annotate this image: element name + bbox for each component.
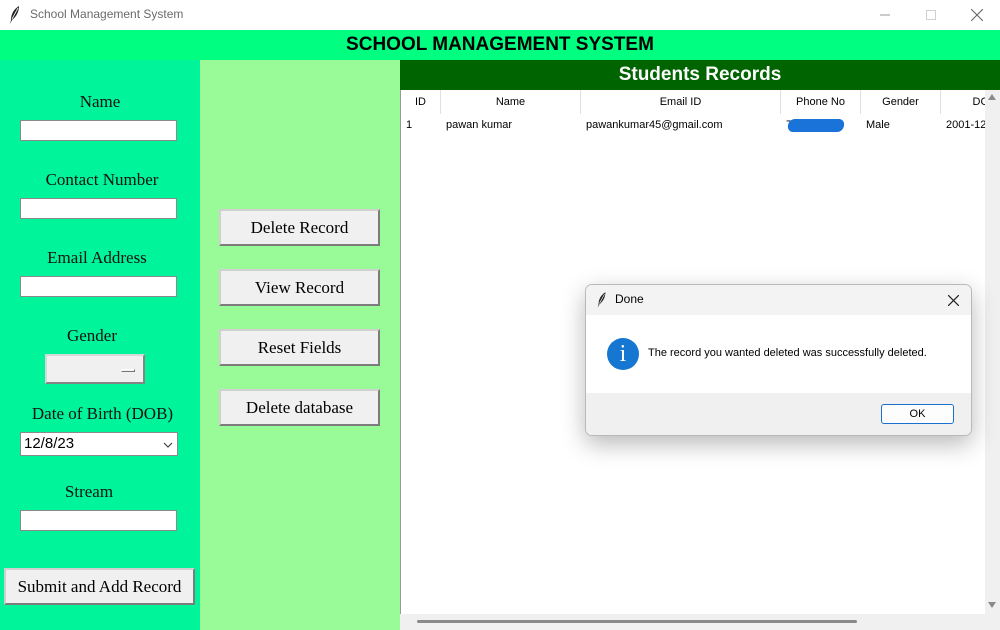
email-address-input[interactable] [20, 276, 177, 297]
gender-label: Gender [66, 326, 118, 345]
info-icon: i [607, 338, 639, 370]
contact-number-input[interactable] [20, 198, 177, 219]
done-dialog: Done i The record you wanted deleted was… [585, 284, 972, 436]
cell-gender: Male [866, 119, 890, 131]
dialog-body: i The record you wanted deleted was succ… [586, 315, 971, 393]
student-form-panel: Name Contact Number Email Address Gender… [0, 60, 200, 630]
stream-input[interactable] [20, 510, 177, 531]
phone-redaction-mark [787, 119, 845, 132]
column-header-gender[interactable]: Gender [861, 90, 941, 114]
horizontal-scroll-thumb[interactable] [417, 620, 857, 623]
close-icon [947, 294, 959, 306]
column-header-dob[interactable]: DC [941, 90, 986, 114]
close-icon [971, 9, 983, 21]
tk-feather-icon [10, 6, 19, 24]
gender-option-menu[interactable] [45, 354, 145, 384]
delete-database-button[interactable]: Delete database [219, 389, 380, 426]
window-titlebar: School Management System [0, 0, 1000, 30]
cell-name: pawan kumar [446, 119, 513, 131]
delete-record-button[interactable]: Delete Record [219, 209, 380, 246]
option-menu-indicator-icon [121, 369, 135, 372]
window-title: School Management System [30, 7, 184, 21]
cell-email: pawankumar45@gmail.com [586, 119, 723, 131]
date-of-birth-picker[interactable]: 12/8/23 [20, 432, 178, 456]
reset-fields-button[interactable]: Reset Fields [219, 329, 380, 366]
column-header-email[interactable]: Email ID [581, 90, 781, 114]
dialog-titlebar: Done [586, 285, 971, 315]
name-input[interactable] [20, 120, 177, 141]
contact-number-label: Contact Number [45, 170, 159, 189]
scroll-up-arrow-icon[interactable] [988, 94, 996, 100]
horizontal-scrollbar[interactable] [400, 614, 1000, 630]
view-record-button[interactable]: View Record [219, 269, 380, 306]
dialog-close-button[interactable] [942, 289, 964, 311]
ok-button[interactable]: OK [881, 404, 954, 424]
column-header-id[interactable]: ID [401, 90, 441, 114]
app-banner-title: SCHOOL MANAGEMENT SYSTEM [0, 30, 1000, 60]
name-label: Name [79, 92, 121, 111]
students-records-title: Students Records [400, 60, 1000, 90]
close-button[interactable] [954, 0, 1000, 30]
date-of-birth-label: Date of Birth (DOB) [31, 404, 174, 423]
tk-feather-icon [597, 292, 606, 308]
submit-add-record-button[interactable]: Submit and Add Record [4, 568, 195, 605]
actions-panel: Delete Record View Record Reset Fields D… [200, 60, 400, 630]
dialog-footer: OK [586, 393, 971, 435]
email-address-label: Email Address [47, 248, 147, 267]
column-header-phone[interactable]: Phone No [781, 90, 861, 114]
dialog-message: The record you wanted deleted was succes… [648, 347, 927, 359]
maximize-icon [926, 10, 936, 20]
chevron-down-icon[interactable] [163, 434, 173, 462]
cell-dob: 2001-12 [946, 119, 986, 131]
column-header-name[interactable]: Name [441, 90, 581, 114]
cell-id: 1 [406, 119, 413, 131]
date-of-birth-value: 12/8/23 [24, 435, 75, 452]
maximize-button[interactable] [908, 0, 954, 30]
scroll-down-arrow-icon[interactable] [988, 602, 996, 608]
dialog-title: Done [615, 292, 644, 306]
minimize-button[interactable] [862, 0, 908, 30]
stream-label: Stream [64, 482, 114, 501]
minimize-icon [880, 14, 890, 16]
vertical-scrollbar[interactable] [985, 90, 1000, 614]
